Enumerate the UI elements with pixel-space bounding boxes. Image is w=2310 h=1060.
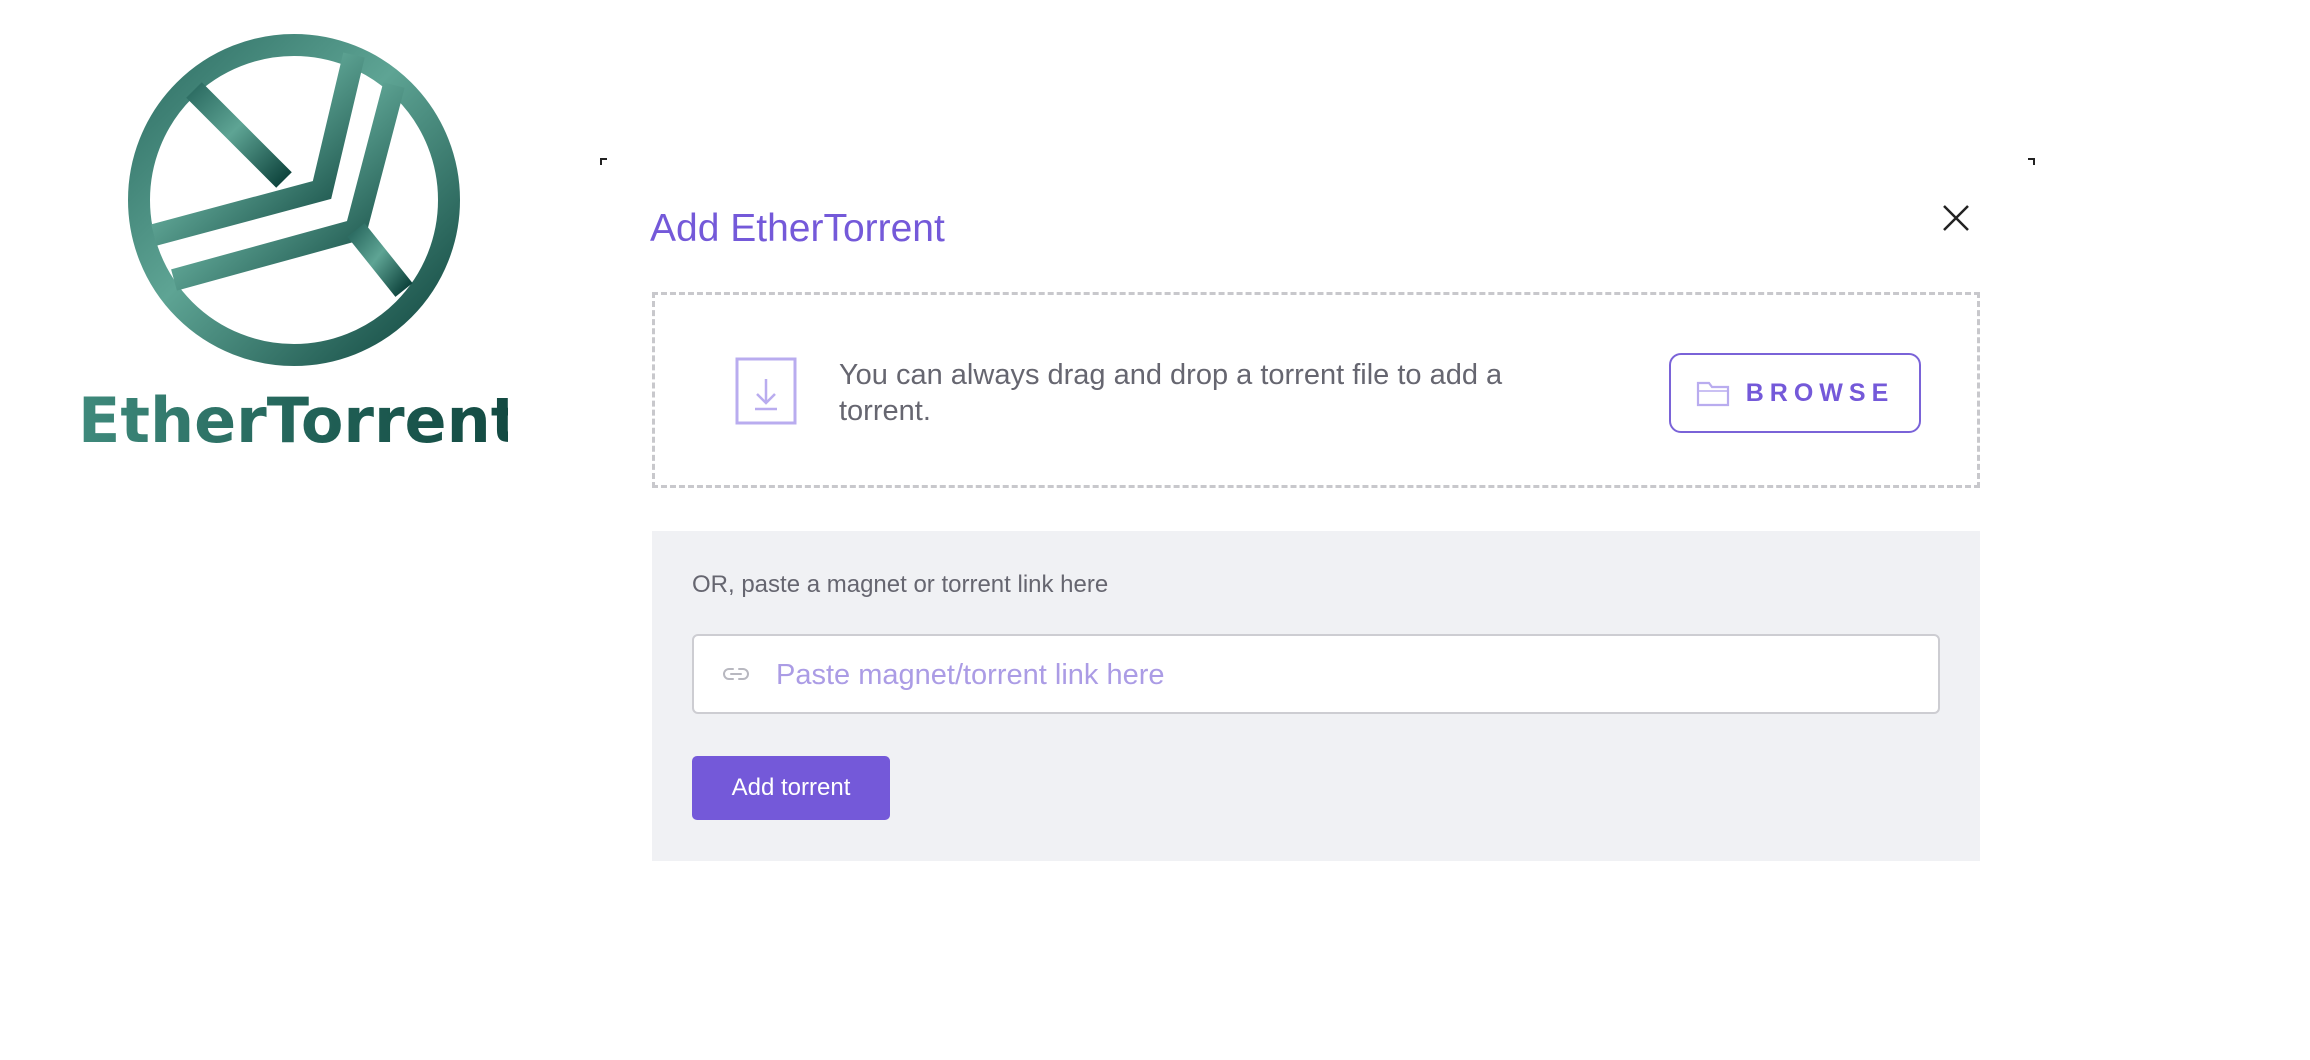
browse-button[interactable]: BROWSE [1669, 353, 1921, 433]
magnet-link-label: OR, paste a magnet or torrent link here [692, 571, 1109, 598]
dialog-title: Add EtherTorrent [650, 207, 945, 250]
link-icon [723, 668, 749, 680]
browse-button-label: BROWSE [1745, 378, 1895, 407]
magnet-link-input[interactable] [774, 636, 1928, 714]
torrent-dropzone[interactable]: You can always drag and drop a torrent f… [652, 292, 1980, 488]
download-file-icon [735, 357, 797, 425]
folder-icon [1696, 381, 1729, 407]
close-button[interactable] [1936, 198, 1976, 238]
ethertorrent-logo-icon [128, 34, 460, 366]
dropzone-hint: You can always drag and drop a torrent f… [839, 359, 1503, 427]
close-icon [1943, 205, 1969, 231]
dialog-corner-top-right [2028, 158, 2035, 165]
brand-name: EtherTorrent [78, 384, 521, 457]
add-torrent-button[interactable]: Add torrent [692, 756, 890, 820]
dialog-corner-top-left [600, 158, 607, 165]
add-torrent-dialog: Add EtherTorrent You can always drag and… [600, 158, 2035, 978]
magnet-link-panel: OR, paste a magnet or torrent link here … [652, 531, 1980, 861]
magnet-link-field [692, 634, 1940, 714]
brand-logo: EtherTorrent [78, 30, 521, 470]
